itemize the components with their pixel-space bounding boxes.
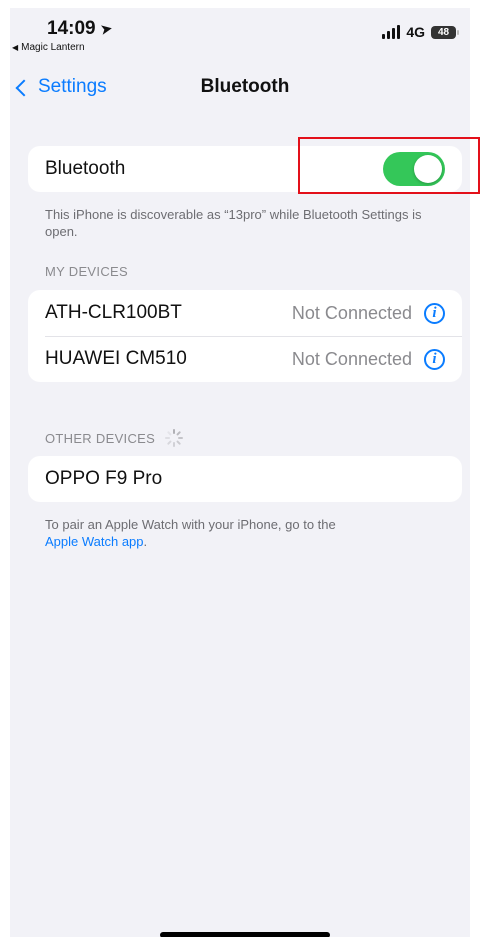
page-title: Bluetooth [200,76,290,97]
status-indicators: 4G 48 [382,24,459,40]
my-devices-list: ATH-CLR100BT Not Connected i HUAWEI CM51… [28,290,462,382]
my-devices-header: MY DEVICES [45,264,128,279]
bluetooth-label: Bluetooth [45,158,126,179]
battery-level: 48 [437,26,450,38]
spinner-icon [165,429,184,447]
device-name: OPPO F9 Pro [45,468,163,489]
bluetooth-toggle[interactable] [383,152,445,186]
device-status: Not Connected [291,302,412,323]
network-type: 4G [406,24,425,40]
other-devices-list: OPPO F9 Pro [28,456,462,502]
home-indicator[interactable] [160,932,330,937]
bluetooth-row: Bluetooth [28,146,462,192]
discoverable-note: This iPhone is discoverable as “13pro” w… [45,207,422,239]
device-row[interactable]: ATH-CLR100BT Not Connected i [28,290,462,336]
apple-watch-app-link[interactable]: Apple Watch app [45,534,144,549]
other-devices-header-label: OTHER DEVICES [45,430,156,446]
apple-watch-note: To pair an Apple Watch with your iPhone,… [45,516,445,550]
toggle-knob [414,155,442,183]
device-row[interactable]: HUAWEI CM510 Not Connected i [28,336,462,382]
bluetooth-toggle-group: Bluetooth [28,146,462,192]
battery-icon: 48 [431,25,459,39]
status-time: 14:09 ➤ [47,18,114,40]
status-time-text: 14:09 [47,18,96,39]
back-triangle-icon: ◀ [12,43,19,52]
info-icon[interactable]: i [424,302,445,324]
other-devices-header: OTHER DEVICES [45,429,184,447]
device-name: ATH-CLR100BT [45,302,182,323]
info-icon[interactable]: i [424,348,445,370]
device-name: HUAWEI CM510 [45,348,187,369]
signal-bars-icon [382,25,401,39]
my-devices-header-label: MY DEVICES [45,264,128,279]
apple-watch-note-suffix: . [143,534,148,549]
device-status: Not Connected [291,348,412,369]
device-row[interactable]: OPPO F9 Pro [28,456,462,502]
back-to-app[interactable]: ◀ Magic Lantern [12,42,85,53]
location-arrow-icon: ➤ [98,20,114,39]
apple-watch-note-text: To pair an Apple Watch with your iPhone,… [45,517,336,532]
navigation-bar: Settings Bluetooth [10,68,470,112]
settings-screen: 14:09 ➤ ◀ Magic Lantern 4G 48 Settings Blu… [10,8,470,937]
back-app-label: Magic Lantern [21,42,85,53]
